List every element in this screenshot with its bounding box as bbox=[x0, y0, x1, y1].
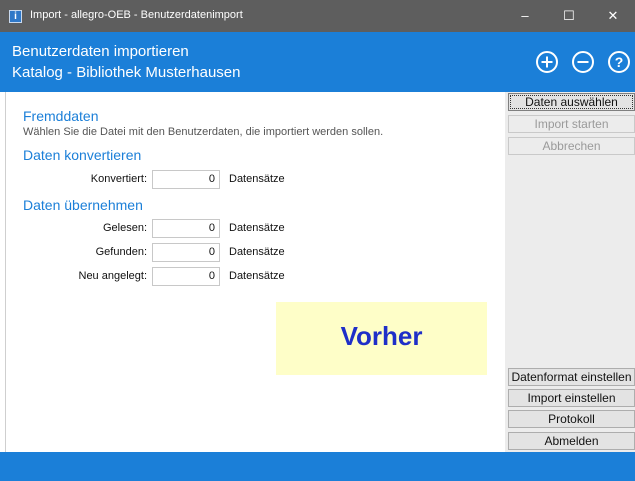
app-icon: i bbox=[9, 10, 22, 23]
minimize-button[interactable]: – bbox=[503, 0, 547, 32]
heading-daten-konvertieren: Daten konvertieren bbox=[23, 147, 142, 163]
header-title: Benutzerdaten importieren bbox=[12, 43, 189, 60]
label-konvertiert: Konvertiert: bbox=[90, 173, 147, 185]
status-text: Vorher bbox=[340, 321, 423, 351]
abbrechen-button[interactable]: Abbrechen bbox=[508, 137, 635, 155]
gefunden-unit: Datensätze bbox=[229, 246, 285, 258]
header-subtitle: Katalog - Bibliothek Musterhausen bbox=[12, 64, 241, 81]
gelesen-unit: Datensätze bbox=[229, 222, 285, 234]
window-title: Import - allegro-OEB - Benutzerdatenimpo… bbox=[30, 9, 243, 21]
daten-auswaehlen-button[interactable]: Daten auswählen bbox=[508, 93, 635, 111]
fremddaten-hint: Wählen Sie die Datei mit den Benutzerdat… bbox=[23, 126, 384, 138]
heading-fremddaten: Fremddaten bbox=[23, 108, 99, 124]
window-titlebar[interactable]: i Import - allegro-OEB - Benutzerdatenim… bbox=[0, 0, 635, 32]
datenformat-einstellen-button[interactable]: Datenformat einstellen bbox=[508, 368, 635, 386]
status-bar bbox=[0, 452, 635, 481]
neu-angelegt-unit: Datensätze bbox=[229, 270, 285, 282]
svg-text:?: ? bbox=[615, 54, 624, 70]
protokoll-button[interactable]: Protokoll bbox=[508, 410, 635, 428]
help-circle-icon[interactable]: ? bbox=[607, 50, 631, 74]
minus-circle-icon[interactable] bbox=[571, 50, 595, 74]
label-gelesen: Gelesen: bbox=[102, 222, 147, 234]
heading-daten-uebernehmen: Daten übernehmen bbox=[23, 197, 143, 213]
neu-angelegt-field: 0 bbox=[152, 267, 220, 286]
import-starten-button[interactable]: Import starten bbox=[508, 115, 635, 133]
gelesen-field: 0 bbox=[152, 219, 220, 238]
maximize-button[interactable]: ☐ bbox=[547, 0, 591, 32]
label-gefunden: Gefunden: bbox=[95, 246, 147, 258]
konvertiert-unit: Datensätze bbox=[229, 173, 285, 185]
import-einstellen-button[interactable]: Import einstellen bbox=[508, 389, 635, 407]
label-neu-angelegt: Neu angelegt: bbox=[78, 270, 148, 282]
status-box: Vorher bbox=[276, 302, 487, 375]
close-button[interactable]: ✕ bbox=[591, 0, 635, 32]
plus-circle-icon[interactable] bbox=[535, 50, 559, 74]
abmelden-button[interactable]: Abmelden bbox=[508, 432, 635, 450]
konvertiert-field: 0 bbox=[152, 170, 220, 189]
gefunden-field: 0 bbox=[152, 243, 220, 262]
